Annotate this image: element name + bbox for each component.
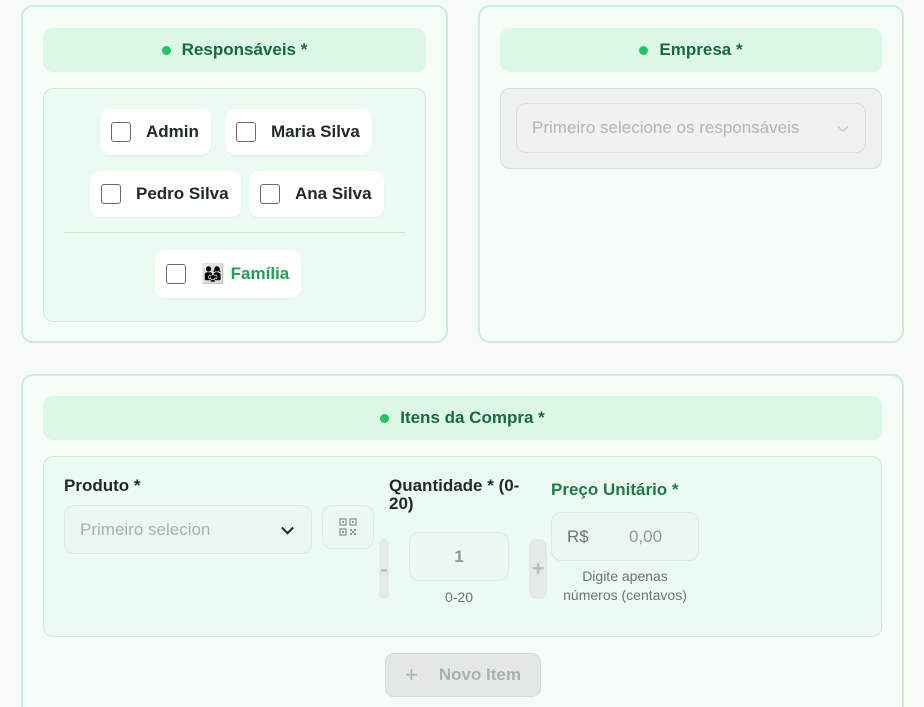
quantity-input[interactable]: 1 [409, 532, 509, 581]
quantity-increment-button[interactable]: + [529, 539, 547, 599]
responsaveis-header: Responsáveis * [43, 28, 426, 72]
option-maria-silva[interactable]: Maria Silva [225, 109, 372, 155]
price-value: 0,00 [629, 526, 663, 546]
status-dot-icon [161, 45, 171, 55]
option-admin-label: Admin [146, 122, 199, 141]
pedro-silva-checkbox[interactable] [101, 184, 121, 204]
new-item-button[interactable]: + Novo Item [385, 653, 541, 697]
option-pedro-silva[interactable]: Pedro Silva [90, 171, 241, 217]
quantity-decrement-button[interactable]: - [379, 539, 389, 599]
qr-scan-button[interactable] [322, 505, 374, 549]
currency-prefix: R$ [567, 526, 589, 546]
new-item-label: Novo Item [438, 665, 522, 684]
familia-checkbox[interactable] [166, 264, 186, 284]
option-admin[interactable]: Admin [100, 109, 211, 155]
ana-silva-checkbox[interactable] [260, 184, 280, 204]
options-divider [64, 232, 405, 233]
price-hint: Digite apenas números (centavos) [547, 567, 703, 605]
option-maria-silva-label: Maria Silva [271, 122, 360, 141]
qr-code-icon [339, 518, 357, 536]
option-ana-silva-label: Ana Silva [295, 184, 372, 203]
chevron-down-icon [837, 120, 849, 133]
status-dot-icon [380, 413, 390, 423]
maria-silva-checkbox[interactable] [236, 122, 256, 142]
empresa-title: Empresa * [659, 40, 743, 59]
quantidade-label-line2: 20) [389, 494, 414, 513]
empresa-select-placeholder: Primeiro selecione os responsáveis [532, 118, 800, 137]
empresa-select[interactable]: Primeiro selecione os responsáveis [516, 103, 866, 153]
option-pedro-silva-label: Pedro Silva [136, 184, 229, 203]
price-input[interactable]: R$ 0,00 [551, 512, 699, 561]
empresa-header: Empresa * [500, 28, 882, 72]
responsaveis-title: Responsáveis * [181, 40, 308, 59]
price-hint-line2: números (centavos) [563, 587, 687, 603]
quantity-range-hint: 0-20 [444, 589, 474, 605]
produto-label: Produto * [64, 476, 141, 495]
quantidade-label: Quantidade * (0- 20) [389, 477, 519, 513]
family-icon: 👨‍👩‍👧 [201, 264, 225, 285]
plus-icon: + [404, 662, 418, 687]
preco-label: Preço Unitário * [551, 480, 679, 499]
option-familia-label: Família [230, 264, 290, 283]
price-hint-line1: Digite apenas [582, 568, 668, 584]
chevron-down-icon [281, 521, 294, 535]
option-ana-silva[interactable]: Ana Silva [249, 171, 384, 217]
option-familia[interactable]: 👨‍👩‍👧 Família [155, 250, 302, 298]
produto-select-placeholder: Primeiro selecion [80, 519, 211, 539]
status-dot-icon [639, 45, 649, 55]
quantidade-label-line1: Quantidade * (0- [389, 476, 520, 495]
itens-title: Itens da Compra * [400, 408, 545, 427]
produto-select[interactable]: Primeiro selecion [64, 505, 312, 554]
admin-checkbox[interactable] [111, 122, 131, 142]
itens-header: Itens da Compra * [43, 396, 882, 440]
